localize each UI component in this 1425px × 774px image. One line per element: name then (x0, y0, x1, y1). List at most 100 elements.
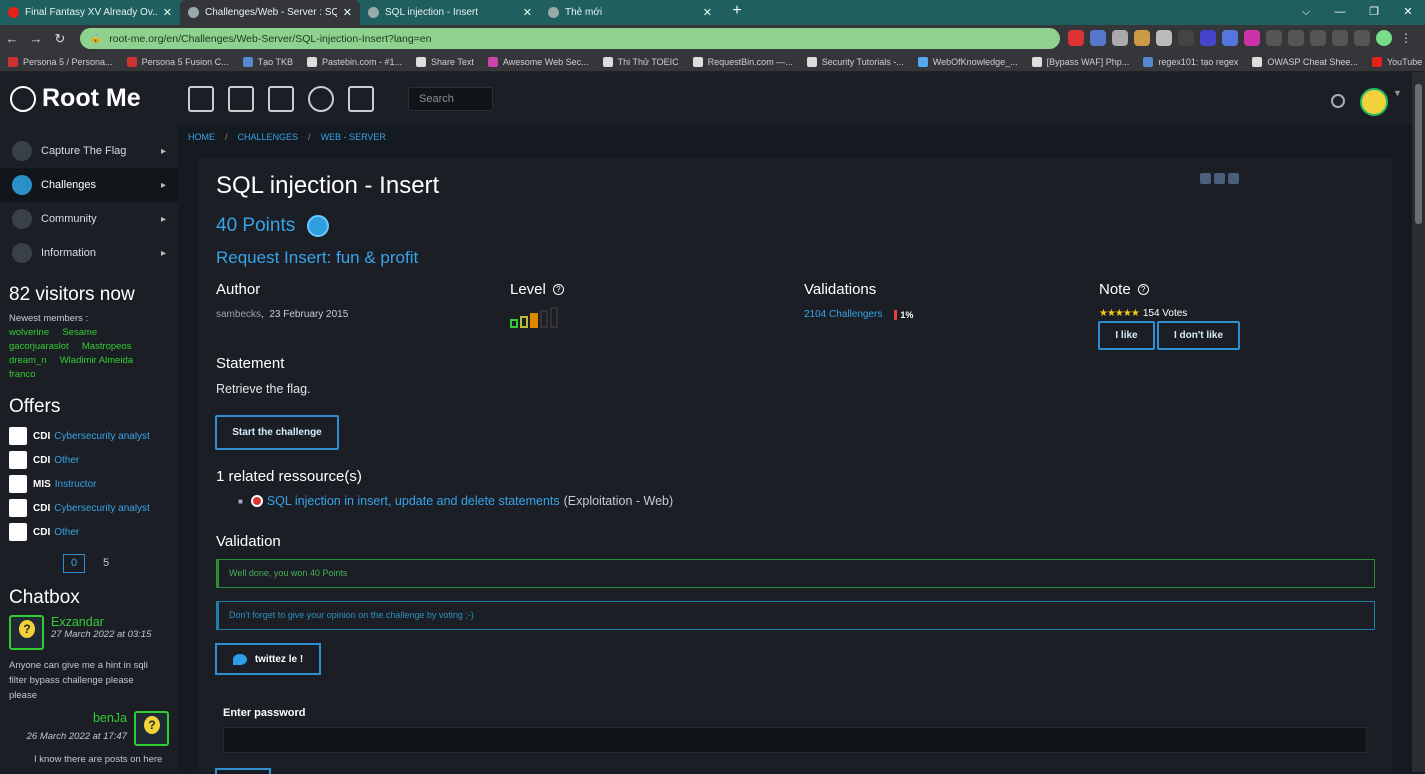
site-logo[interactable]: Root Me (10, 84, 141, 113)
browser-tab[interactable]: Challenges/Web - Server : SQL in... ✕ (180, 0, 360, 25)
pager-next[interactable]: 5 (103, 554, 109, 573)
extension-icon[interactable] (1090, 30, 1106, 46)
site-search-input[interactable]: Search (408, 87, 493, 111)
address-bar[interactable]: 🔒 root-me.org/en/Challenges/Web-Server/S… (80, 28, 1060, 49)
tab-title: Thẻ mới (565, 7, 603, 18)
chat-author[interactable]: Exzandar (51, 615, 151, 629)
reading-list-icon[interactable] (1332, 30, 1348, 46)
bookmark-item[interactable]: Tạo TKB (242, 56, 293, 67)
bookmark-item[interactable]: RequestBin.com —... (692, 56, 793, 67)
bookmark-item[interactable]: Persona 5 Fusion C... (126, 56, 229, 67)
offer-link[interactable]: Other (54, 527, 79, 538)
back-icon[interactable]: ← (0, 31, 24, 46)
profile-avatar-icon[interactable] (1376, 30, 1392, 46)
help-icon[interactable]: ? (552, 284, 564, 295)
dislike-button[interactable]: I don't like (1157, 321, 1240, 350)
tab-search-icon[interactable]: ⌵ (1289, 0, 1323, 25)
new-tab-button[interactable]: + (726, 1, 748, 23)
linkedin-icon[interactable] (1214, 173, 1225, 184)
bookmark-item[interactable]: Security Tutorials -... (806, 56, 904, 67)
sidebar-item-community[interactable]: Community ▸ (0, 202, 178, 236)
member-link[interactable]: franco (9, 369, 35, 380)
bookmark-item[interactable]: Share Text (416, 56, 474, 67)
restore-button[interactable]: ❐ (1357, 0, 1391, 25)
validate-button[interactable] (215, 768, 271, 774)
user-avatar[interactable] (1360, 88, 1388, 116)
minimize-button[interactable]: — (1323, 0, 1357, 25)
breadcrumb-challenges[interactable]: CHALLENGES (238, 132, 299, 142)
resource-link[interactable]: SQL injection in insert, update and dele… (267, 494, 560, 508)
member-link[interactable]: wolverine (9, 327, 49, 338)
close-tab-icon[interactable]: ✕ (523, 6, 532, 19)
puzzle-icon[interactable] (1310, 30, 1326, 46)
bookmark-item[interactable]: WebOfKnowledge_... (917, 56, 1018, 67)
adblock-icon[interactable] (1068, 30, 1084, 46)
forward-icon[interactable]: → (24, 31, 48, 46)
breadcrumb-home[interactable]: HOME (188, 132, 215, 142)
browser-tab[interactable]: Final Fantasy XV Already Ov... ✕ (0, 0, 180, 25)
extension-icon[interactable] (1112, 30, 1128, 46)
extension-icon[interactable] (1156, 30, 1172, 46)
offer-link[interactable]: Cybersecurity analyst (54, 431, 150, 442)
scrollbar-thumb[interactable] (1415, 84, 1422, 224)
facebook-icon[interactable] (1200, 173, 1211, 184)
bookmark-item[interactable]: OWASP Cheat Shee... (1252, 56, 1358, 67)
password-input[interactable] (223, 727, 1367, 753)
language-globe-icon[interactable] (1331, 94, 1345, 108)
docs-nav-icon[interactable] (268, 86, 294, 112)
member-link[interactable]: Wladimir Almeida (60, 355, 133, 366)
twitter-icon[interactable] (1228, 173, 1239, 184)
tweet-button[interactable]: twittez le ! (215, 643, 321, 675)
side-panel-icon[interactable] (1354, 30, 1370, 46)
bookmark-item[interactable]: Awesome Web Sec... (487, 56, 589, 67)
offer-link[interactable]: Other (54, 455, 79, 466)
start-challenge-button[interactable]: Start the challenge (215, 415, 339, 450)
bookmark-item[interactable]: Pastebin.com - #1... (306, 56, 402, 67)
offer-link[interactable]: Cybersecurity analyst (54, 503, 150, 514)
translate-icon[interactable] (1222, 30, 1238, 46)
bookmark-item[interactable]: YouTube (1371, 56, 1422, 67)
bookmark-item[interactable]: [Bypass WAF] Php... (1031, 56, 1129, 67)
chat-date: 27 March 2022 at 03:15 (51, 629, 152, 640)
challenges-nav-icon[interactable] (188, 86, 214, 112)
like-button[interactable]: I like (1098, 321, 1155, 350)
browser-tab[interactable]: SQL injection - Insert ✕ (360, 0, 540, 25)
extension-icon[interactable] (1200, 30, 1216, 46)
extension-icon[interactable] (1178, 30, 1194, 46)
breadcrumb-web-server[interactable]: WEB - SERVER (321, 132, 386, 142)
chevron-down-icon[interactable]: ▼ (1393, 88, 1402, 98)
close-tab-icon[interactable]: ✕ (343, 6, 352, 19)
chat-author[interactable]: benJa (27, 711, 127, 725)
extension-icon[interactable] (1244, 30, 1260, 46)
browser-tab[interactable]: Thẻ mới ✕ (540, 0, 720, 25)
member-link[interactable]: Sesame (62, 327, 97, 338)
pager-current[interactable]: 0 (63, 554, 85, 573)
bookmark-item[interactable]: Persona 5 / Persona... (8, 56, 113, 67)
sidebar-item-ctf[interactable]: Capture The Flag ▸ (0, 134, 178, 168)
challengers-link[interactable]: 2104 Challengers (804, 309, 882, 320)
company-logo (9, 427, 27, 445)
page-scrollbar[interactable] (1412, 72, 1425, 772)
extension-icon[interactable] (1288, 30, 1304, 46)
close-tab-icon[interactable]: ✕ (703, 6, 712, 19)
bookmark-item[interactable]: Thi Thử TOEIC (602, 56, 679, 67)
extension-icon[interactable] (1266, 30, 1282, 46)
sidebar-item-challenges[interactable]: Challenges ▸ (0, 168, 178, 202)
sidebar-item-information[interactable]: Information ▸ (0, 236, 178, 270)
author-link[interactable]: sambecks (216, 309, 261, 320)
cookie-icon[interactable] (1134, 30, 1150, 46)
member-link[interactable]: Mastropeos (82, 341, 132, 352)
challenge-points: 40 Points (216, 215, 330, 237)
ctf-nav-icon[interactable] (228, 86, 254, 112)
reload-icon[interactable]: ↻ (48, 31, 72, 47)
shop-cart-icon[interactable] (348, 86, 374, 112)
offer-link[interactable]: Instructor (55, 479, 97, 490)
member-link[interactable]: dream_n (9, 355, 47, 366)
member-link[interactable]: gacorjuaraslot (9, 341, 69, 352)
radar-nav-icon[interactable] (308, 86, 334, 112)
help-icon[interactable]: ? (1137, 284, 1149, 295)
menu-dots-icon[interactable]: ⋮ (1398, 30, 1414, 46)
close-tab-icon[interactable]: ✕ (163, 6, 172, 19)
bookmark-item[interactable]: regex101: tạo regex (1143, 56, 1238, 67)
close-window-button[interactable]: ✕ (1391, 0, 1425, 25)
